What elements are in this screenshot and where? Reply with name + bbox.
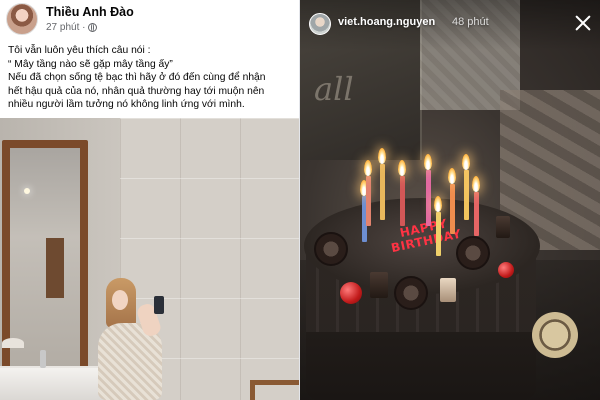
post-text: Tôi vẫn luôn yêu thích câu nói : “ Mây t… <box>8 44 296 112</box>
story-header: viet.hoang.nguyen 48 phút <box>300 0 600 50</box>
cookie <box>456 236 490 270</box>
mirror-reflection-door <box>46 238 64 298</box>
strawberry <box>498 262 514 278</box>
person-face <box>112 290 128 310</box>
close-icon[interactable] <box>574 14 592 32</box>
story-avatar[interactable] <box>309 13 331 35</box>
gold-tin <box>532 312 578 358</box>
post-meta: 27 phút · <box>46 22 98 33</box>
speaker-logo: all <box>314 70 354 108</box>
lamp <box>2 338 24 348</box>
strawberry <box>340 282 362 304</box>
picture-frame-corner <box>250 380 300 400</box>
post-line: “ Mây tầng nào sẽ gặp mây tầng ấy” <box>8 58 173 70</box>
cream-piece <box>440 278 456 302</box>
post-time[interactable]: 27 phút · <box>46 22 85 33</box>
cookie <box>394 276 428 310</box>
post-line: Tôi vẫn luôn yêu thích câu nói : <box>8 45 151 56</box>
post-line: nhiều người lầm tưởng nó không linh ứng … <box>8 99 245 111</box>
post-line: Nếu đã chọn sống tệ bạc thì hãy ở đó đến… <box>8 72 266 84</box>
candle <box>400 176 405 226</box>
candle-flame <box>364 160 372 176</box>
mirror-glass <box>10 148 80 370</box>
chocolate-piece <box>370 272 388 298</box>
tap <box>40 350 46 368</box>
candle-flame <box>448 168 456 184</box>
candle <box>464 170 469 220</box>
story-username[interactable]: viet.hoang.nguyen <box>338 16 435 28</box>
candle-flame <box>472 176 480 192</box>
candle-flame <box>462 154 470 170</box>
story-time: 48 phút <box>452 16 489 28</box>
post-photo[interactable] <box>0 118 300 400</box>
candle-flame <box>424 154 432 170</box>
candle <box>474 192 479 236</box>
chocolate-piece <box>496 216 510 238</box>
cookie <box>314 232 348 266</box>
candle <box>450 184 455 234</box>
globe-icon <box>88 23 98 32</box>
candle <box>436 212 441 256</box>
candle-flame <box>398 160 406 176</box>
author-avatar[interactable] <box>6 3 38 35</box>
candle-flame <box>434 196 442 212</box>
candle-flame <box>378 148 386 164</box>
candle <box>366 176 371 226</box>
post-line: hết hậu quả của nó, nhân quả thường hay … <box>8 85 265 97</box>
mirror-light <box>24 188 30 194</box>
candle <box>426 170 431 226</box>
author-name[interactable]: Thiều Anh Đào <box>46 5 134 19</box>
phone <box>154 296 164 314</box>
post-header: Thiều Anh Đào 27 phút · <box>6 3 296 39</box>
instagram-story[interactable]: all HAPPY BIRTHDAY viet.hoang.nguyen 48 … <box>300 0 600 400</box>
facebook-post: Thiều Anh Đào 27 phút · Tôi vẫn luôn yêu… <box>0 0 300 400</box>
candle <box>380 164 385 220</box>
